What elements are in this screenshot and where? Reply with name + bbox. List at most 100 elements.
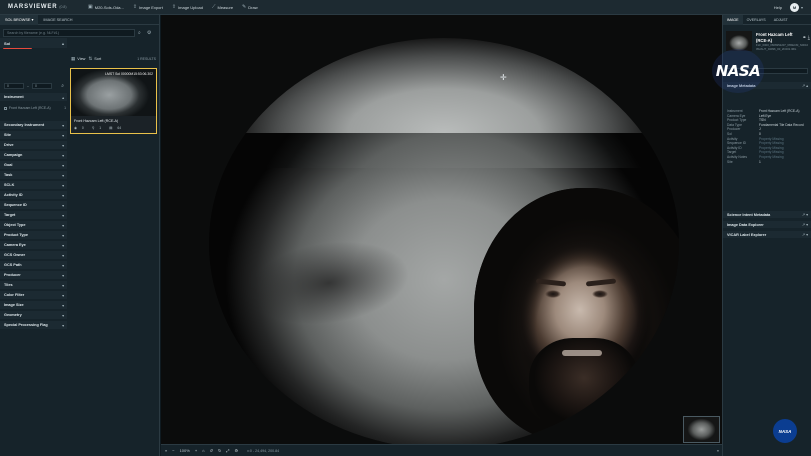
toolbar-image-export-button[interactable]: ⇪ Image Export	[133, 4, 163, 10]
facet-label: SCLK	[4, 183, 15, 187]
gear-icon[interactable]: ⚙	[147, 30, 151, 36]
result-title: Front Hazcam Left (RCE-A)	[74, 119, 119, 123]
checkbox[interactable]	[4, 107, 7, 110]
eye-icon: ◉	[74, 126, 77, 130]
result-card[interactable]: LMST Sol 00000M15:53:06.302 Front Hazcam…	[70, 68, 157, 134]
tab-image[interactable]: IMAGE	[723, 14, 743, 25]
section-vicar-label-explorer[interactable]: VICAR Label Explorer ↗ ▾	[723, 231, 811, 239]
search-icon[interactable]: ⌕	[138, 30, 141, 36]
home-icon[interactable]: ⌂	[202, 448, 204, 453]
link-icon[interactable]: ⚭	[802, 35, 806, 41]
facet-secondary-instrument[interactable]: Secondary Instrument ▾	[0, 121, 67, 130]
search-input[interactable]: Search by filename (e.g. NLF#1)	[3, 28, 135, 37]
chevron-down-icon: ▾	[62, 123, 64, 128]
image-title: Front Hazcam Left (RCE-A)	[756, 32, 793, 43]
facet-site[interactable]: Site ▾	[0, 131, 67, 140]
chevron-down-icon: ▾	[62, 163, 64, 168]
sol-facet-header[interactable]: Sol ▴	[0, 38, 67, 48]
facet-target[interactable]: Target ▾	[0, 211, 67, 220]
facet-label: Sequence ID	[4, 203, 27, 207]
section-vicar-label-explorer-label: VICAR Label Explorer	[727, 232, 767, 237]
toolbar-measure-button[interactable]: ⟋ Measure	[212, 4, 233, 10]
sol-range: 0 – 0 ⌕	[0, 80, 67, 92]
collapse-left-icon[interactable]: «	[165, 448, 167, 453]
facet-camera-eye[interactable]: Camera Eye ▾	[0, 241, 67, 250]
download-icon[interactable]: ⤓	[808, 35, 810, 41]
facet-geometry[interactable]: Geometry ▾	[0, 311, 67, 320]
result-thumbnail	[71, 69, 156, 116]
chevron-down-icon: ▾	[62, 323, 64, 328]
chevron-down-icon: ▾	[62, 233, 64, 238]
facet-label: Special Processing Flag	[4, 323, 48, 327]
toolbar-image-upload-button[interactable]: ⇧ Image Upload	[172, 4, 203, 10]
sort-icon[interactable]: ⇅	[88, 56, 92, 62]
facet-activity-id[interactable]: Activity ID ▾	[0, 191, 67, 200]
grid-view-icon[interactable]: ▦	[71, 56, 75, 62]
facet-label: Instrument	[4, 95, 24, 99]
chevron-down-icon: ▾	[62, 133, 64, 138]
instrument-option[interactable]: Front Hazcam Left (RCE-A) 1	[4, 106, 66, 111]
facet-tiles[interactable]: Tiles ▾	[0, 281, 67, 290]
tab-overlays[interactable]: OVERLAYS	[743, 15, 770, 25]
facet-product-type[interactable]: Product Type ▾	[0, 231, 67, 240]
gear-icon[interactable]: ⚙	[235, 448, 239, 453]
facet-gcs-owner[interactable]: GCS Owner ▾	[0, 251, 67, 260]
zoom-in-icon[interactable]: +	[195, 448, 197, 453]
facet-producer[interactable]: Producer ▾	[0, 271, 67, 280]
facet-task[interactable]: Task ▾	[0, 171, 67, 180]
user-avatar[interactable]: M	[789, 2, 799, 12]
facet-drive[interactable]: Drive ▾	[0, 141, 67, 150]
toolbar-dataset-button[interactable]: ▣ M20-Sols-Oda...	[88, 4, 124, 10]
tab-image-search-label: IMAGE SEARCH	[43, 17, 73, 22]
result-meta-eye: ◉ 0	[74, 126, 88, 130]
instrument-option-count: 1	[64, 106, 66, 110]
search-icon[interactable]: ⌕	[61, 83, 64, 89]
help-link[interactable]: Help	[774, 5, 782, 10]
facet-instrument[interactable]: Instrument ▴	[0, 93, 67, 102]
facet-special-processing-flag[interactable]: Special Processing Flag ▾	[0, 321, 67, 330]
chevron-down-icon[interactable]: ▾	[801, 5, 803, 10]
facet-color-filter[interactable]: Color Filter ▾	[0, 291, 67, 300]
facet-label: GCS Path	[4, 263, 22, 267]
sol-from-input[interactable]: 0	[4, 83, 24, 89]
fullscreen-icon[interactable]: ⤢	[226, 448, 229, 453]
chevron-down-icon: ▾	[62, 213, 64, 218]
zoom-out-icon[interactable]: −	[172, 448, 174, 453]
toolbar-draw-button[interactable]: ✎ Draw	[242, 4, 258, 10]
results-sort-label[interactable]: Sort	[94, 57, 101, 61]
image-sky	[209, 38, 679, 133]
facet-label: Task	[4, 173, 13, 177]
viewer-toolbar: « − 100% + ⌂ ↺ ↻ ⤢ ⚙ x:0 - 24,494, 200.8…	[161, 444, 722, 456]
sol-to-input[interactable]: 0	[31, 83, 52, 89]
rotate-left-icon[interactable]: ↺	[210, 448, 213, 453]
image-thumbnail	[726, 31, 752, 51]
toolbar-menu: ▣ M20-Sols-Oda... ⇪ Image Export ⇧ Image Up…	[88, 4, 267, 10]
tab-image-search[interactable]: IMAGE SEARCH	[38, 15, 77, 25]
collapse-right-icon[interactable]: »	[717, 448, 719, 453]
facet-object-type[interactable]: Object Type ▾	[0, 221, 67, 230]
sol-header-label: Sol	[4, 40, 11, 46]
facet-gcs-path[interactable]: GCS Path ▾	[0, 261, 67, 270]
rotate-right-icon[interactable]: ↻	[218, 448, 221, 453]
facet-image-size[interactable]: Image Size ▾	[0, 301, 67, 310]
facet-goal[interactable]: Goal ▾	[0, 161, 67, 170]
facet-sclk[interactable]: SCLK ▾	[0, 181, 67, 190]
overlay-face-image	[474, 188, 679, 442]
results-count: 1 RESULTS	[137, 57, 156, 61]
facet-campaign[interactable]: Campaign ▾	[0, 151, 67, 160]
facet-sequence-id[interactable]: Sequence ID ▾	[0, 201, 67, 210]
ruler-icon: ⟋	[211, 4, 216, 10]
viewer-minimap[interactable]	[683, 416, 720, 443]
tab-overlays-label: OVERLAYS	[746, 17, 766, 22]
chevron-down-icon: ▾	[62, 153, 64, 158]
section-science-intent-metadata[interactable]: Science Intent Metadata ↗ ▾	[723, 211, 811, 219]
results-view-label[interactable]: View	[77, 57, 85, 61]
section-image-data-explorer[interactable]: Image Data Explorer ↗ ▾	[723, 221, 811, 229]
tab-sol-browse[interactable]: SOL BROWSE ▾	[0, 14, 39, 25]
chevron-down-icon: ▾	[62, 193, 64, 198]
facet-label: Color Filter	[4, 293, 25, 297]
facet-label: Activity ID	[4, 193, 23, 197]
chevron-down-icon: ▾	[62, 253, 64, 258]
image-viewer[interactable]: ✛	[161, 15, 722, 444]
tab-adjust[interactable]: ADJUST	[770, 15, 792, 25]
